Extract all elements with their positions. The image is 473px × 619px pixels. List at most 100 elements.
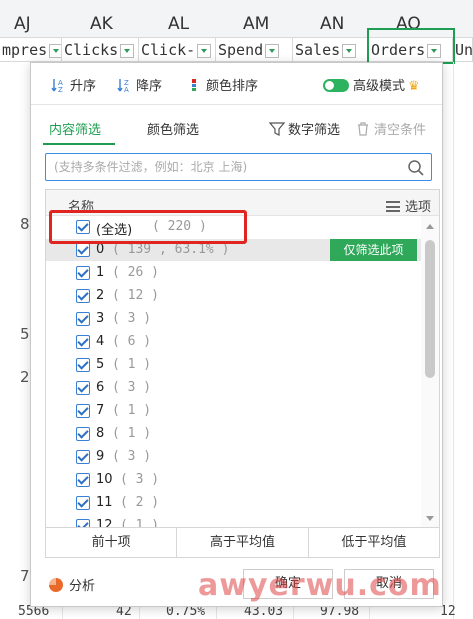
field-cell[interactable]: mpres [0, 38, 62, 62]
filter-dropdown-icon[interactable] [265, 43, 280, 58]
svg-text:Z: Z [58, 86, 63, 93]
trash-icon [358, 122, 368, 136]
field-label: Sales [295, 41, 341, 59]
only-this-item-button[interactable]: 仅筛选此项 [330, 239, 417, 261]
filter-dropdown-icon[interactable] [120, 43, 135, 58]
sort-ascending-label: 升序 [70, 79, 97, 94]
list-item[interactable]: 3 ( 3 ) [46, 308, 421, 330]
list-item[interactable]: 10 ( 3 ) [46, 469, 421, 491]
list-options-button[interactable]: 选项 [385, 196, 431, 215]
sort-ascending-icon: AZ [51, 79, 63, 93]
list-item[interactable]: 4 ( 6 ) [46, 331, 421, 353]
field-cell[interactable]: Clicks [62, 38, 139, 62]
top10-button[interactable]: 前十项 [46, 528, 178, 557]
item-label: 10 [96, 472, 113, 487]
sort-toolbar: A Z 升序 Z A 降序 颜色排序 高级模式 ♛ [31, 63, 442, 105]
checkbox[interactable] [76, 358, 90, 372]
above-average-button[interactable]: 高于平均值 [177, 528, 309, 557]
item-count: ( 139 , 63.1% ) [112, 242, 230, 257]
scroll-down-icon[interactable] [426, 516, 434, 521]
field-label: Un [455, 41, 473, 59]
color-sort-icon [192, 79, 196, 91]
below-average-button[interactable]: 低于平均值 [309, 528, 439, 557]
cell-value[interactable]: 5 [20, 325, 30, 343]
item-count: ( 3 ) [112, 311, 152, 326]
number-filter-button[interactable]: 数字筛选 [269, 119, 340, 138]
clear-condition-button[interactable]: 清空条件 [355, 119, 426, 138]
svg-text:A: A [124, 86, 129, 93]
search-input[interactable] [46, 154, 396, 180]
active-tab-indicator [43, 143, 115, 145]
list-items: (全选) ( 220 ) 0 ( 139 , 63.1% ) 仅筛选此项 1 (… [46, 216, 421, 528]
scroll-up-icon[interactable] [426, 224, 434, 229]
item-label: 3 [96, 311, 105, 326]
analyze-label: 分析 [69, 579, 96, 594]
checkbox[interactable] [76, 496, 90, 510]
list-item[interactable]: 6 ( 3 ) [46, 377, 421, 399]
checkbox[interactable] [76, 450, 90, 464]
item-count: ( 2 ) [120, 495, 160, 510]
active-column-highlight [367, 28, 455, 64]
cell-value[interactable]: 2 [20, 368, 30, 386]
color-sort-button[interactable]: 颜色排序 [187, 75, 258, 94]
sort-descending-label: 降序 [136, 79, 163, 94]
list-item[interactable]: 1 ( 26 ) [46, 262, 421, 284]
checkbox[interactable] [76, 519, 90, 527]
crown-icon: ♛ [408, 79, 420, 94]
sort-descending-button[interactable]: Z A 降序 [117, 75, 162, 94]
item-count: ( 12 ) [112, 288, 159, 303]
column-letter[interactable]: AK [90, 14, 113, 34]
clear-condition-label: 清空条件 [374, 123, 427, 138]
column-letter[interactable]: AL [168, 14, 189, 34]
ok-button[interactable]: 确定 [243, 569, 333, 599]
checkbox[interactable] [76, 243, 90, 257]
toggle-switch[interactable] [323, 79, 349, 92]
checkbox[interactable] [76, 473, 90, 487]
checkbox[interactable] [76, 404, 90, 418]
cell-value[interactable]: 7 [20, 567, 30, 585]
list-item[interactable]: 11 ( 2 ) [46, 492, 421, 514]
search-icon[interactable] [407, 159, 425, 177]
checkbox[interactable] [76, 289, 90, 303]
search-box [45, 153, 432, 181]
cancel-button[interactable]: 取消 [344, 569, 434, 599]
list-options-label: 选项 [404, 200, 431, 215]
sort-descending-icon: ZA [117, 79, 129, 93]
item-count: ( 1 ) [112, 403, 152, 418]
list-item[interactable]: 2 ( 12 ) [46, 285, 421, 307]
cell-value[interactable]: 8 [20, 215, 30, 233]
filter-tabs: 内容筛选 颜色筛选 数字筛选 清空条件 [31, 105, 442, 147]
filter-panel: A Z 升序 Z A 降序 颜色排序 高级模式 ♛ 内容筛选 颜色筛选 数字筛选 清空条件… [30, 62, 443, 607]
filter-dropdown-icon[interactable] [197, 43, 212, 58]
list-scrollbar[interactable] [421, 216, 439, 527]
item-label: 12 [96, 518, 113, 528]
field-cell[interactable]: Sales [293, 38, 369, 62]
list-item[interactable]: 9 ( 3 ) [46, 446, 421, 468]
list-item[interactable]: 12 ( 1 ) [46, 515, 421, 528]
checkbox[interactable] [76, 427, 90, 441]
checkbox[interactable] [76, 381, 90, 395]
scroll-thumb[interactable] [425, 240, 435, 378]
analyze-button[interactable]: 分析 [49, 575, 95, 594]
column-letter[interactable]: AM [243, 14, 269, 34]
color-sort-label: 颜色排序 [206, 79, 259, 94]
field-cell[interactable]: Un [453, 38, 473, 62]
tab-content-filter[interactable]: 内容筛选 [49, 119, 101, 138]
filter-dropdown-icon[interactable] [342, 43, 357, 58]
filter-dropdown-icon[interactable] [49, 43, 61, 58]
column-letter[interactable]: AJ [14, 14, 31, 34]
column-letter[interactable]: AN [320, 14, 344, 34]
list-item[interactable]: 8 ( 1 ) [46, 423, 421, 445]
list-item[interactable]: 5 ( 1 ) [46, 354, 421, 376]
highlight-annotation [49, 210, 247, 244]
checkbox[interactable] [76, 266, 90, 280]
advanced-mode-toggle[interactable]: 高级模式 ♛ [323, 75, 420, 94]
sort-ascending-button[interactable]: A Z 升序 [51, 75, 96, 94]
list-item[interactable]: 7 ( 1 ) [46, 400, 421, 422]
item-count: ( 3 ) [112, 449, 152, 464]
field-cell[interactable]: Click- [139, 38, 216, 62]
tab-color-filter[interactable]: 颜色筛选 [147, 119, 199, 138]
checkbox[interactable] [76, 335, 90, 349]
field-cell[interactable]: Spend [216, 38, 293, 62]
checkbox[interactable] [76, 312, 90, 326]
